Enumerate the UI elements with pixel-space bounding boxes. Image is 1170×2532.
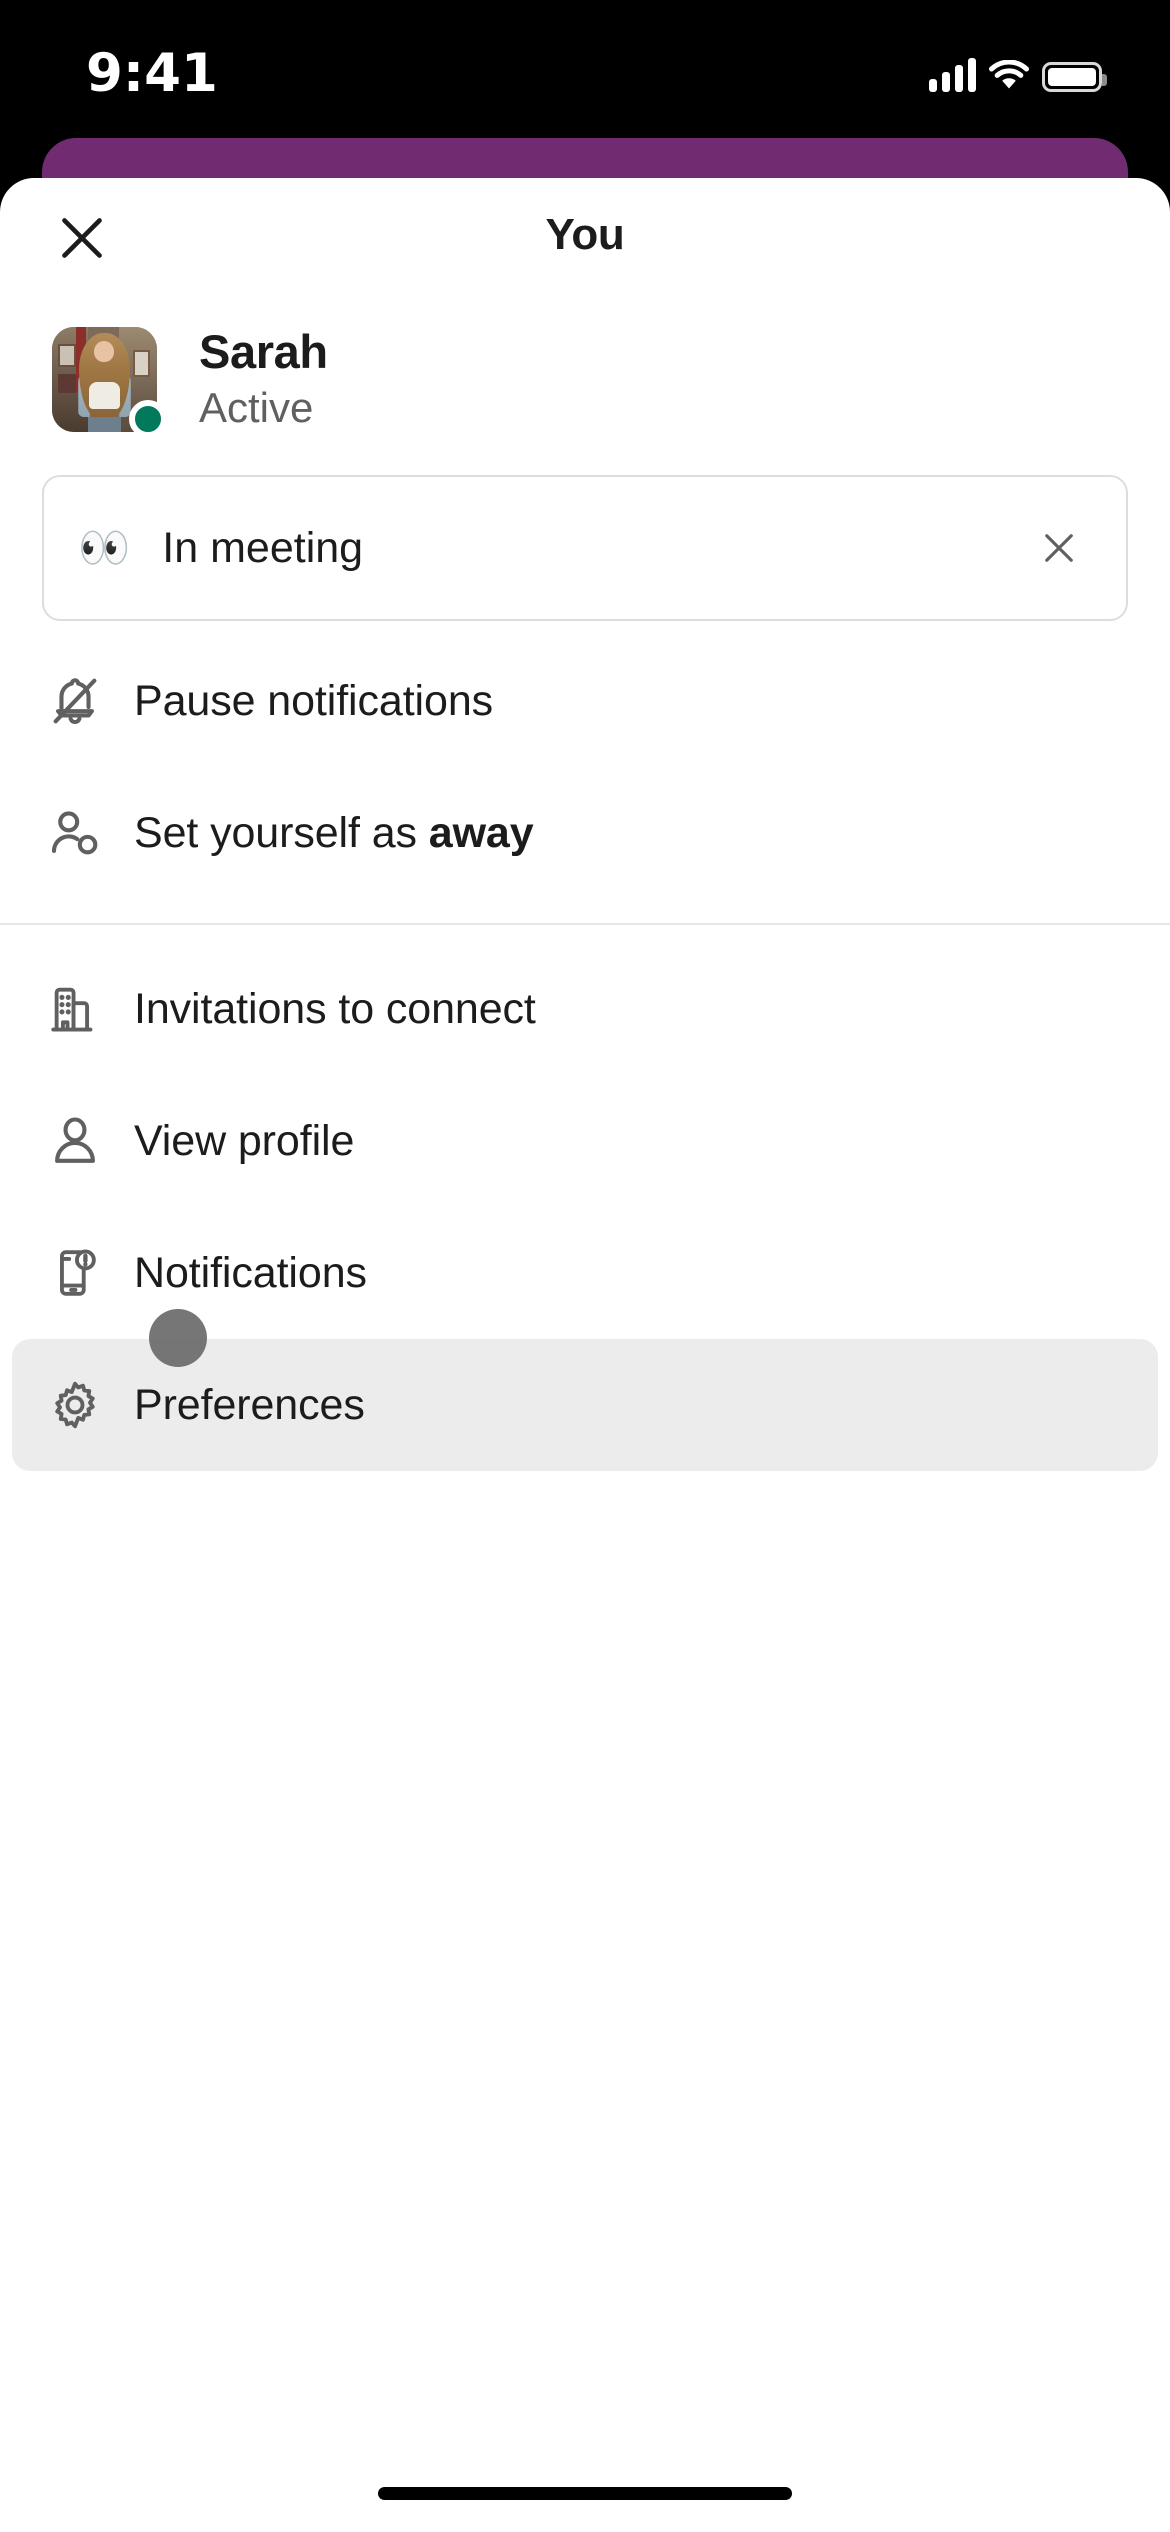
person-icon: [38, 1104, 112, 1178]
menu-item-preferences[interactable]: Preferences: [12, 1309, 1158, 1472]
gear-icon: [38, 1368, 112, 1442]
you-menu-sheet: You Sarah Active 👀 In meeting Pause noti…: [0, 178, 1170, 2532]
profile-text: Sarah Active: [199, 325, 328, 433]
person-away-icon: [38, 796, 112, 870]
cellular-signal-icon: [929, 58, 976, 92]
status-text: In meeting: [162, 523, 364, 572]
status-field[interactable]: 👀 In meeting: [42, 475, 1128, 622]
eyes-emoji: 👀: [78, 524, 131, 572]
menu-item-label: Invitations to connect: [134, 984, 536, 1033]
menu-item-label: Set yourself as away: [134, 808, 534, 857]
clear-status-button[interactable]: [1028, 517, 1090, 579]
sheet-header: You: [0, 178, 1170, 298]
menu-item-pause-notifications[interactable]: Pause notifications: [12, 635, 1158, 767]
avatar-wrapper: [52, 327, 167, 438]
menu-item-view-profile[interactable]: View profile: [12, 1075, 1158, 1207]
menu-divider: [0, 923, 1170, 926]
status-bar-indicators: [929, 50, 1107, 92]
mobile-bell-icon: [38, 1236, 112, 1310]
profile-row[interactable]: Sarah Active: [0, 298, 1170, 438]
menu-item-label: Notifications: [134, 1248, 367, 1297]
menu-item-invitations-to-connect[interactable]: Invitations to connect: [12, 943, 1158, 1075]
wifi-icon: [989, 60, 1029, 89]
close-icon: [1045, 534, 1073, 562]
battery-icon: [1042, 62, 1107, 92]
status-bar: 9:41: [0, 0, 1170, 150]
profile-name: Sarah: [199, 325, 328, 378]
menu-list: Pause notifications Set yourself as away: [0, 621, 1170, 1472]
profile-presence: Active: [199, 383, 314, 431]
menu-item-label: Preferences: [134, 1380, 365, 1429]
menu-item-label: Pause notifications: [134, 676, 494, 725]
presence-active-dot: [129, 400, 167, 438]
menu-item-notifications[interactable]: Notifications: [12, 1207, 1158, 1339]
bell-slash-icon: [38, 664, 112, 738]
page-title: You: [545, 210, 625, 259]
home-indicator: [378, 2487, 792, 2500]
menu-item-label: View profile: [134, 1116, 355, 1165]
status-bar-time: 9:41: [86, 43, 218, 104]
phone-screen: 9:41 You Sarah Active 👀 In meeting Pause…: [0, 0, 1170, 2532]
building-icon: [38, 972, 112, 1046]
menu-item-set-away[interactable]: Set yourself as away: [12, 767, 1158, 899]
